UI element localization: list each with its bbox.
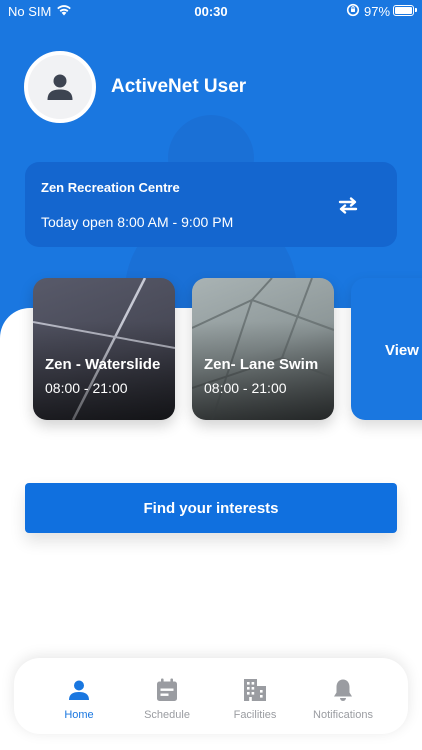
tab-label: Home — [64, 709, 94, 721]
calendar-icon — [156, 677, 178, 703]
person-icon — [47, 74, 73, 100]
avatar[interactable] — [24, 51, 96, 123]
activity-title: Zen - Waterslide — [45, 356, 161, 373]
bell-icon — [332, 677, 354, 703]
tab-schedule[interactable]: Schedule — [122, 658, 212, 734]
switch-facility-icon[interactable] — [333, 190, 363, 220]
facility-name: Zen Recreation Centre — [41, 180, 180, 195]
view-all-label: View all — [385, 342, 422, 359]
user-name: ActiveNet User — [111, 76, 247, 97]
find-interests-button[interactable]: Find your interests — [25, 483, 397, 533]
view-all-card[interactable]: View all — [351, 278, 422, 420]
tab-notifications[interactable]: Notifications — [298, 658, 388, 734]
facility-hours: Today open 8:00 AM - 9:00 PM — [41, 214, 234, 230]
battery-icon — [393, 5, 417, 16]
tab-facilities[interactable]: Facilities — [210, 658, 300, 734]
activity-title: Zen- Lane Swim — [204, 356, 319, 373]
battery-percent: 97% — [364, 4, 391, 19]
tab-home[interactable]: Home — [34, 658, 124, 734]
tab-label: Notifications — [313, 709, 373, 721]
building-icon — [243, 677, 267, 703]
status-bar: No SIM 00:30 97% — [0, 0, 422, 24]
bottom-tab-bar: Home Schedule Facilities Notifications — [14, 658, 408, 734]
activity-card[interactable]: Zen- Lane Swim 08:00 - 21:00 — [192, 278, 334, 420]
tab-label: Schedule — [144, 709, 190, 721]
activity-card[interactable]: Zen - Waterslide 08:00 - 21:00 — [33, 278, 175, 420]
person-icon — [68, 677, 90, 703]
activity-time: 08:00 - 21:00 — [45, 380, 128, 396]
activity-time: 08:00 - 21:00 — [204, 380, 287, 396]
tab-label: Facilities — [233, 709, 277, 721]
orientation-lock-icon — [346, 3, 360, 20]
facility-card[interactable]: Zen Recreation Centre Today open 8:00 AM… — [25, 162, 397, 247]
